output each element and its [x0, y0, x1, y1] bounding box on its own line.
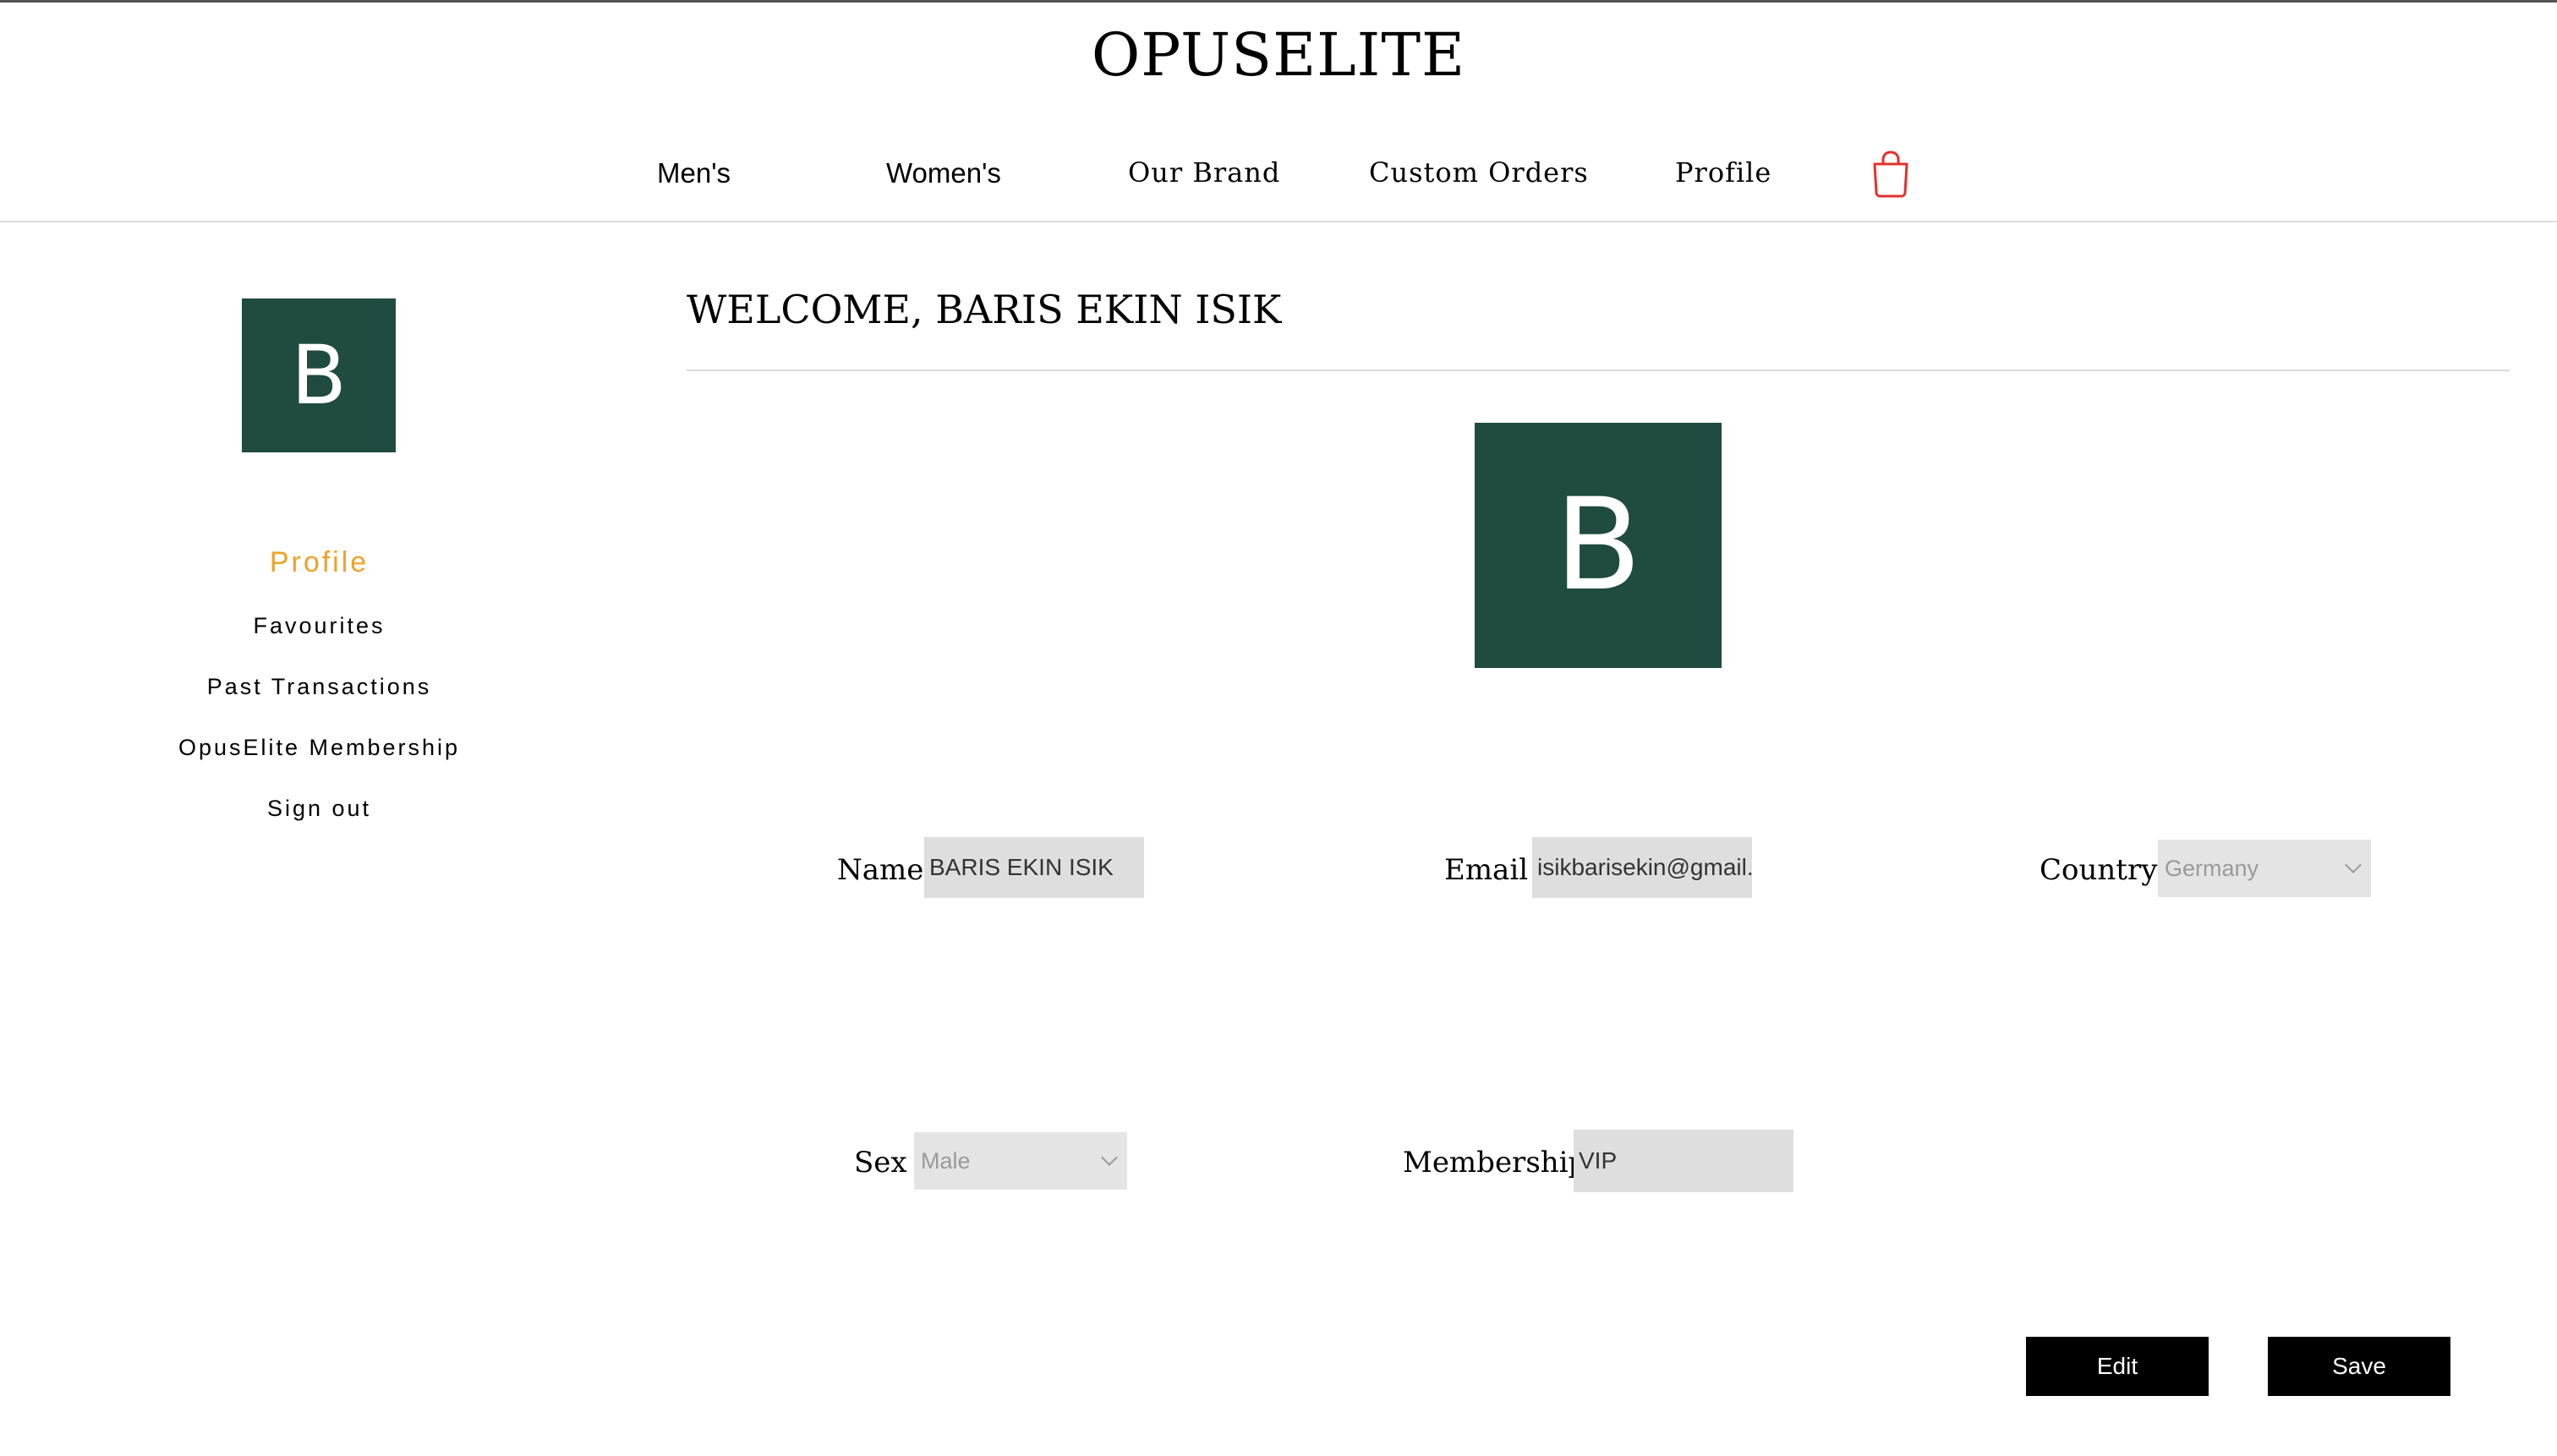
name-field[interactable]: BARIS EKIN ISIK — [924, 837, 1144, 898]
sex-select-value: Male — [921, 1147, 971, 1174]
shopping-bag-icon[interactable] — [1870, 151, 1911, 198]
chevron-down-icon — [1101, 1149, 1118, 1166]
nav-womens[interactable]: Women's — [886, 159, 1001, 187]
nav-our-brand[interactable]: Our Brand — [1128, 159, 1280, 186]
sidebar-item-sign-out[interactable]: Sign out — [101, 797, 537, 820]
sidebar-item-past-transactions[interactable]: Past Transactions — [101, 676, 537, 698]
save-button[interactable]: Save — [2268, 1337, 2450, 1396]
membership-field[interactable]: VIP — [1574, 1130, 1793, 1192]
brand-logo[interactable]: OPUSELITE — [0, 25, 2557, 85]
nav-profile[interactable]: Profile — [1675, 159, 1771, 186]
name-label: Name — [837, 853, 924, 887]
country-select-value: Germany — [2165, 855, 2259, 881]
email-label: Email — [1444, 853, 1529, 887]
profile-avatar: B — [1475, 423, 1722, 668]
top-border — [0, 0, 2557, 3]
nav-custom-orders[interactable]: Custom Orders — [1369, 159, 1589, 186]
sex-label: Sex — [854, 1146, 907, 1180]
page-title: WELCOME, BARIS EKIN ISIK — [687, 287, 1282, 332]
email-field[interactable]: isikbarisekin@gmail.com — [1532, 837, 1752, 898]
country-label: Country — [2040, 853, 2158, 887]
title-divider — [687, 369, 2510, 371]
sidebar-item-favourites[interactable]: Favourites — [101, 615, 537, 638]
sidebar-item-membership[interactable]: OpusElite Membership — [101, 736, 537, 759]
header-divider — [0, 221, 2557, 222]
sidebar-avatar: B — [242, 298, 396, 452]
membership-label: Membership — [1403, 1146, 1587, 1180]
chevron-down-icon — [2345, 857, 2362, 873]
edit-button[interactable]: Edit — [2026, 1337, 2209, 1396]
country-select[interactable]: Germany — [2158, 840, 2371, 897]
sidebar-item-profile[interactable]: Profile — [101, 548, 537, 577]
nav-mens[interactable]: Men's — [657, 159, 731, 187]
sex-select[interactable]: Male — [914, 1132, 1127, 1190]
